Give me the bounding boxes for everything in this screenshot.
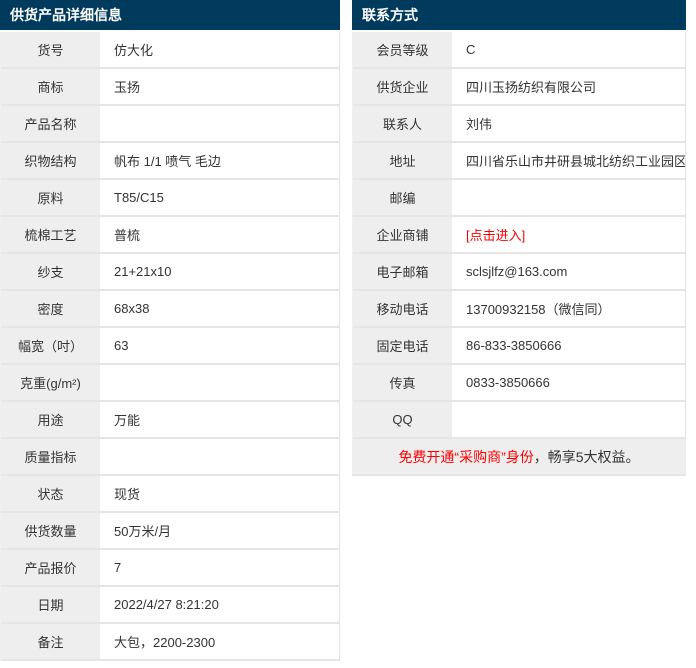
product-row-value: T85/C15 (114, 190, 164, 205)
product-row-label: 质量指标 (1, 439, 102, 474)
contact-row: 移动电话 13700932158（微信同） (353, 291, 685, 328)
contact-row-label: 固定电话 (353, 328, 454, 363)
product-row: 状态 现货 (1, 476, 339, 513)
product-row-label: 状态 (1, 476, 102, 511)
supply-product-header: 供货产品详细信息 (0, 0, 340, 30)
product-row-label: 纱支 (1, 254, 102, 289)
contact-row-value: 86-833-3850666 (466, 338, 562, 353)
buyer-promo-notice: 免费开通“采购商”身份 ，畅享5大权益。 (352, 439, 686, 476)
contact-row: 电子邮箱 sclsjlfz@163.com (353, 254, 685, 291)
contact-row-label: 企业商铺 (353, 217, 454, 252)
contact-row-value: sclsjlfz@163.com (466, 264, 568, 279)
product-row-value: 63 (114, 338, 129, 353)
contact-row-label: 移动电话 (353, 291, 454, 326)
contact-row: 邮编 (353, 180, 685, 217)
product-row-value: 仿大化 (114, 43, 154, 58)
product-row: 纱支 21+21x10 (1, 254, 339, 291)
contact-row: 地址 四川省乐山市井研县城北纺织工业园区 (353, 143, 685, 180)
buyer-promo-rest: ，畅享5大权益。 (533, 448, 640, 465)
product-row: 质量指标 (1, 439, 339, 476)
product-row-label: 用途 (1, 402, 102, 437)
contact-row-value: 四川玉扬纺织有限公司 (466, 80, 597, 95)
product-row-value: 21+21x10 (114, 264, 172, 279)
product-row-value (102, 106, 339, 141)
product-row-value: 玉扬 (114, 80, 141, 95)
contact-row-value (454, 180, 685, 215)
contact-row-label: QQ (353, 402, 454, 437)
contact-row-label: 地址 (353, 143, 454, 178)
contact-row: 会员等级 C (353, 32, 685, 69)
product-row-label: 供货数量 (1, 513, 102, 548)
product-row: 产品报价 7 (1, 550, 339, 587)
contact-row: 企业商铺 [点击进入] (353, 217, 685, 254)
product-row-value: 现货 (114, 487, 141, 502)
product-row-value: 2022/4/27 8:21:20 (114, 597, 219, 612)
supplier-detail-page: 供货产品详细信息 货号 仿大化 商标 玉扬 产品名称 织物结构 帆布 1/1 喷气 毛边 原料… (0, 0, 696, 661)
contact-table: 会员等级 C 供货企业 四川玉扬纺织有限公司 联系人 刘伟 地址 四川省乐山市井研县城北纺织工… (352, 32, 686, 439)
product-row-label: 克重(g/m²) (1, 365, 102, 400)
contact-row: 传真 0833-3850666 (353, 365, 685, 402)
product-row-value (102, 439, 339, 474)
shop-enter-link[interactable]: [点击进入] (466, 225, 525, 244)
supply-product-title: 供货产品详细信息 (10, 7, 122, 23)
product-row-label: 产品名称 (1, 106, 102, 141)
product-row: 备注 大包，2200-2300 (1, 624, 339, 661)
product-row-value (102, 365, 339, 400)
product-row-label: 密度 (1, 291, 102, 326)
product-row: 密度 68x38 (1, 291, 339, 328)
product-row-value: 帆布 1/1 喷气 毛边 (114, 154, 221, 169)
contact-row-value: 0833-3850666 (466, 375, 550, 390)
contact-row-label: 邮编 (353, 180, 454, 215)
product-row-value: 普梳 (114, 228, 141, 243)
product-row-label: 织物结构 (1, 143, 102, 178)
contact-row-label: 联系人 (353, 106, 454, 141)
contact-row: 固定电话 86-833-3850666 (353, 328, 685, 365)
product-row: 供货数量 50万米/月 (1, 513, 339, 550)
product-row: 克重(g/m²) (1, 365, 339, 402)
product-row: 产品名称 (1, 106, 339, 143)
product-row: 织物结构 帆布 1/1 喷气 毛边 (1, 143, 339, 180)
buyer-promo-highlight: 免费开通“采购商”身份 (398, 448, 534, 465)
contact-row-label: 电子邮箱 (353, 254, 454, 289)
product-row-value: 万能 (114, 413, 141, 428)
product-row: 货号 仿大化 (1, 32, 339, 69)
product-row-label: 产品报价 (1, 550, 102, 585)
product-row-label: 幅宽（吋） (1, 328, 102, 363)
contact-row-value: 13700932158（微信同） (466, 302, 611, 317)
product-row: 用途 万能 (1, 402, 339, 439)
product-row: 幅宽（吋） 63 (1, 328, 339, 365)
product-row-label: 货号 (1, 32, 102, 67)
contact-header: 联系方式 (352, 0, 686, 30)
product-row-label: 商标 (1, 69, 102, 104)
contact-title: 联系方式 (362, 7, 418, 23)
contact-row: 联系人 刘伟 (353, 106, 685, 143)
product-row-label: 梳棉工艺 (1, 217, 102, 252)
contact-row-value (454, 402, 685, 437)
supply-product-panel: 供货产品详细信息 货号 仿大化 商标 玉扬 产品名称 织物结构 帆布 1/1 喷气 毛边 原料… (0, 0, 340, 661)
contact-row: QQ (353, 402, 685, 439)
contact-row-value: 四川省乐山市井研县城北纺织工业园区 (466, 154, 685, 169)
supply-product-table: 货号 仿大化 商标 玉扬 产品名称 织物结构 帆布 1/1 喷气 毛边 原料 T85/C15 梳棉… (0, 32, 340, 661)
product-row: 商标 玉扬 (1, 69, 339, 106)
product-row: 原料 T85/C15 (1, 180, 339, 217)
contact-row-value: C (466, 42, 476, 57)
product-row-label: 原料 (1, 180, 102, 215)
contact-panel: 联系方式 会员等级 C 供货企业 四川玉扬纺织有限公司 联系人 刘伟 地址 四川省乐山市井研县… (352, 0, 686, 476)
contact-row: 供货企业 四川玉扬纺织有限公司 (353, 69, 685, 106)
contact-row-value: 刘伟 (466, 117, 493, 132)
contact-row-label: 传真 (353, 365, 454, 400)
product-row: 梳棉工艺 普梳 (1, 217, 339, 254)
contact-row-label: 供货企业 (353, 69, 454, 104)
product-row-value: 68x38 (114, 301, 150, 316)
product-row-label: 备注 (1, 624, 102, 659)
contact-row-value: [点击进入] (454, 217, 685, 252)
product-row-value: 50万米/月 (114, 524, 172, 539)
product-row-label: 日期 (1, 587, 102, 622)
contact-row-label: 会员等级 (353, 32, 454, 67)
product-row-value: 大包，2200-2300 (114, 635, 216, 650)
product-row-value: 7 (114, 560, 122, 575)
product-row: 日期 2022/4/27 8:21:20 (1, 587, 339, 624)
